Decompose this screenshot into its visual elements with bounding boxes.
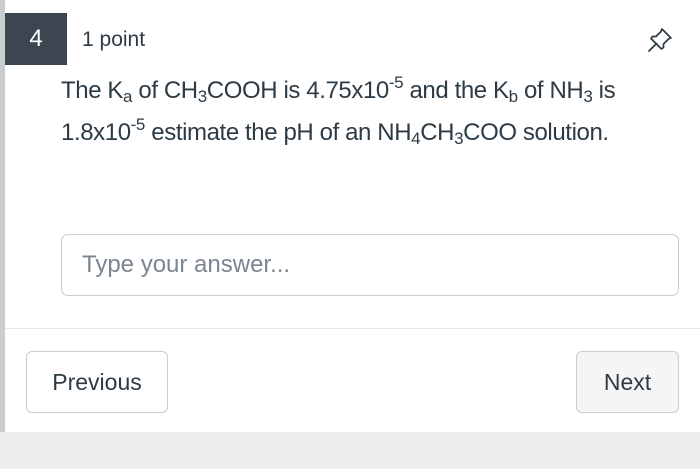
- question-text: The Ka of CH3COOH is 4.75x10-5 and the K…: [61, 73, 616, 148]
- question-number: 4: [5, 13, 67, 65]
- pushpin-icon[interactable]: [646, 26, 674, 54]
- question-card: 4 1 point The Ka of CH3COOH is 4.75x10-5…: [0, 0, 700, 432]
- previous-button[interactable]: Previous: [26, 351, 168, 413]
- answer-input[interactable]: [61, 234, 679, 296]
- next-button[interactable]: Next: [576, 351, 679, 413]
- divider: [5, 328, 700, 329]
- question-points: 1 point: [82, 28, 146, 51]
